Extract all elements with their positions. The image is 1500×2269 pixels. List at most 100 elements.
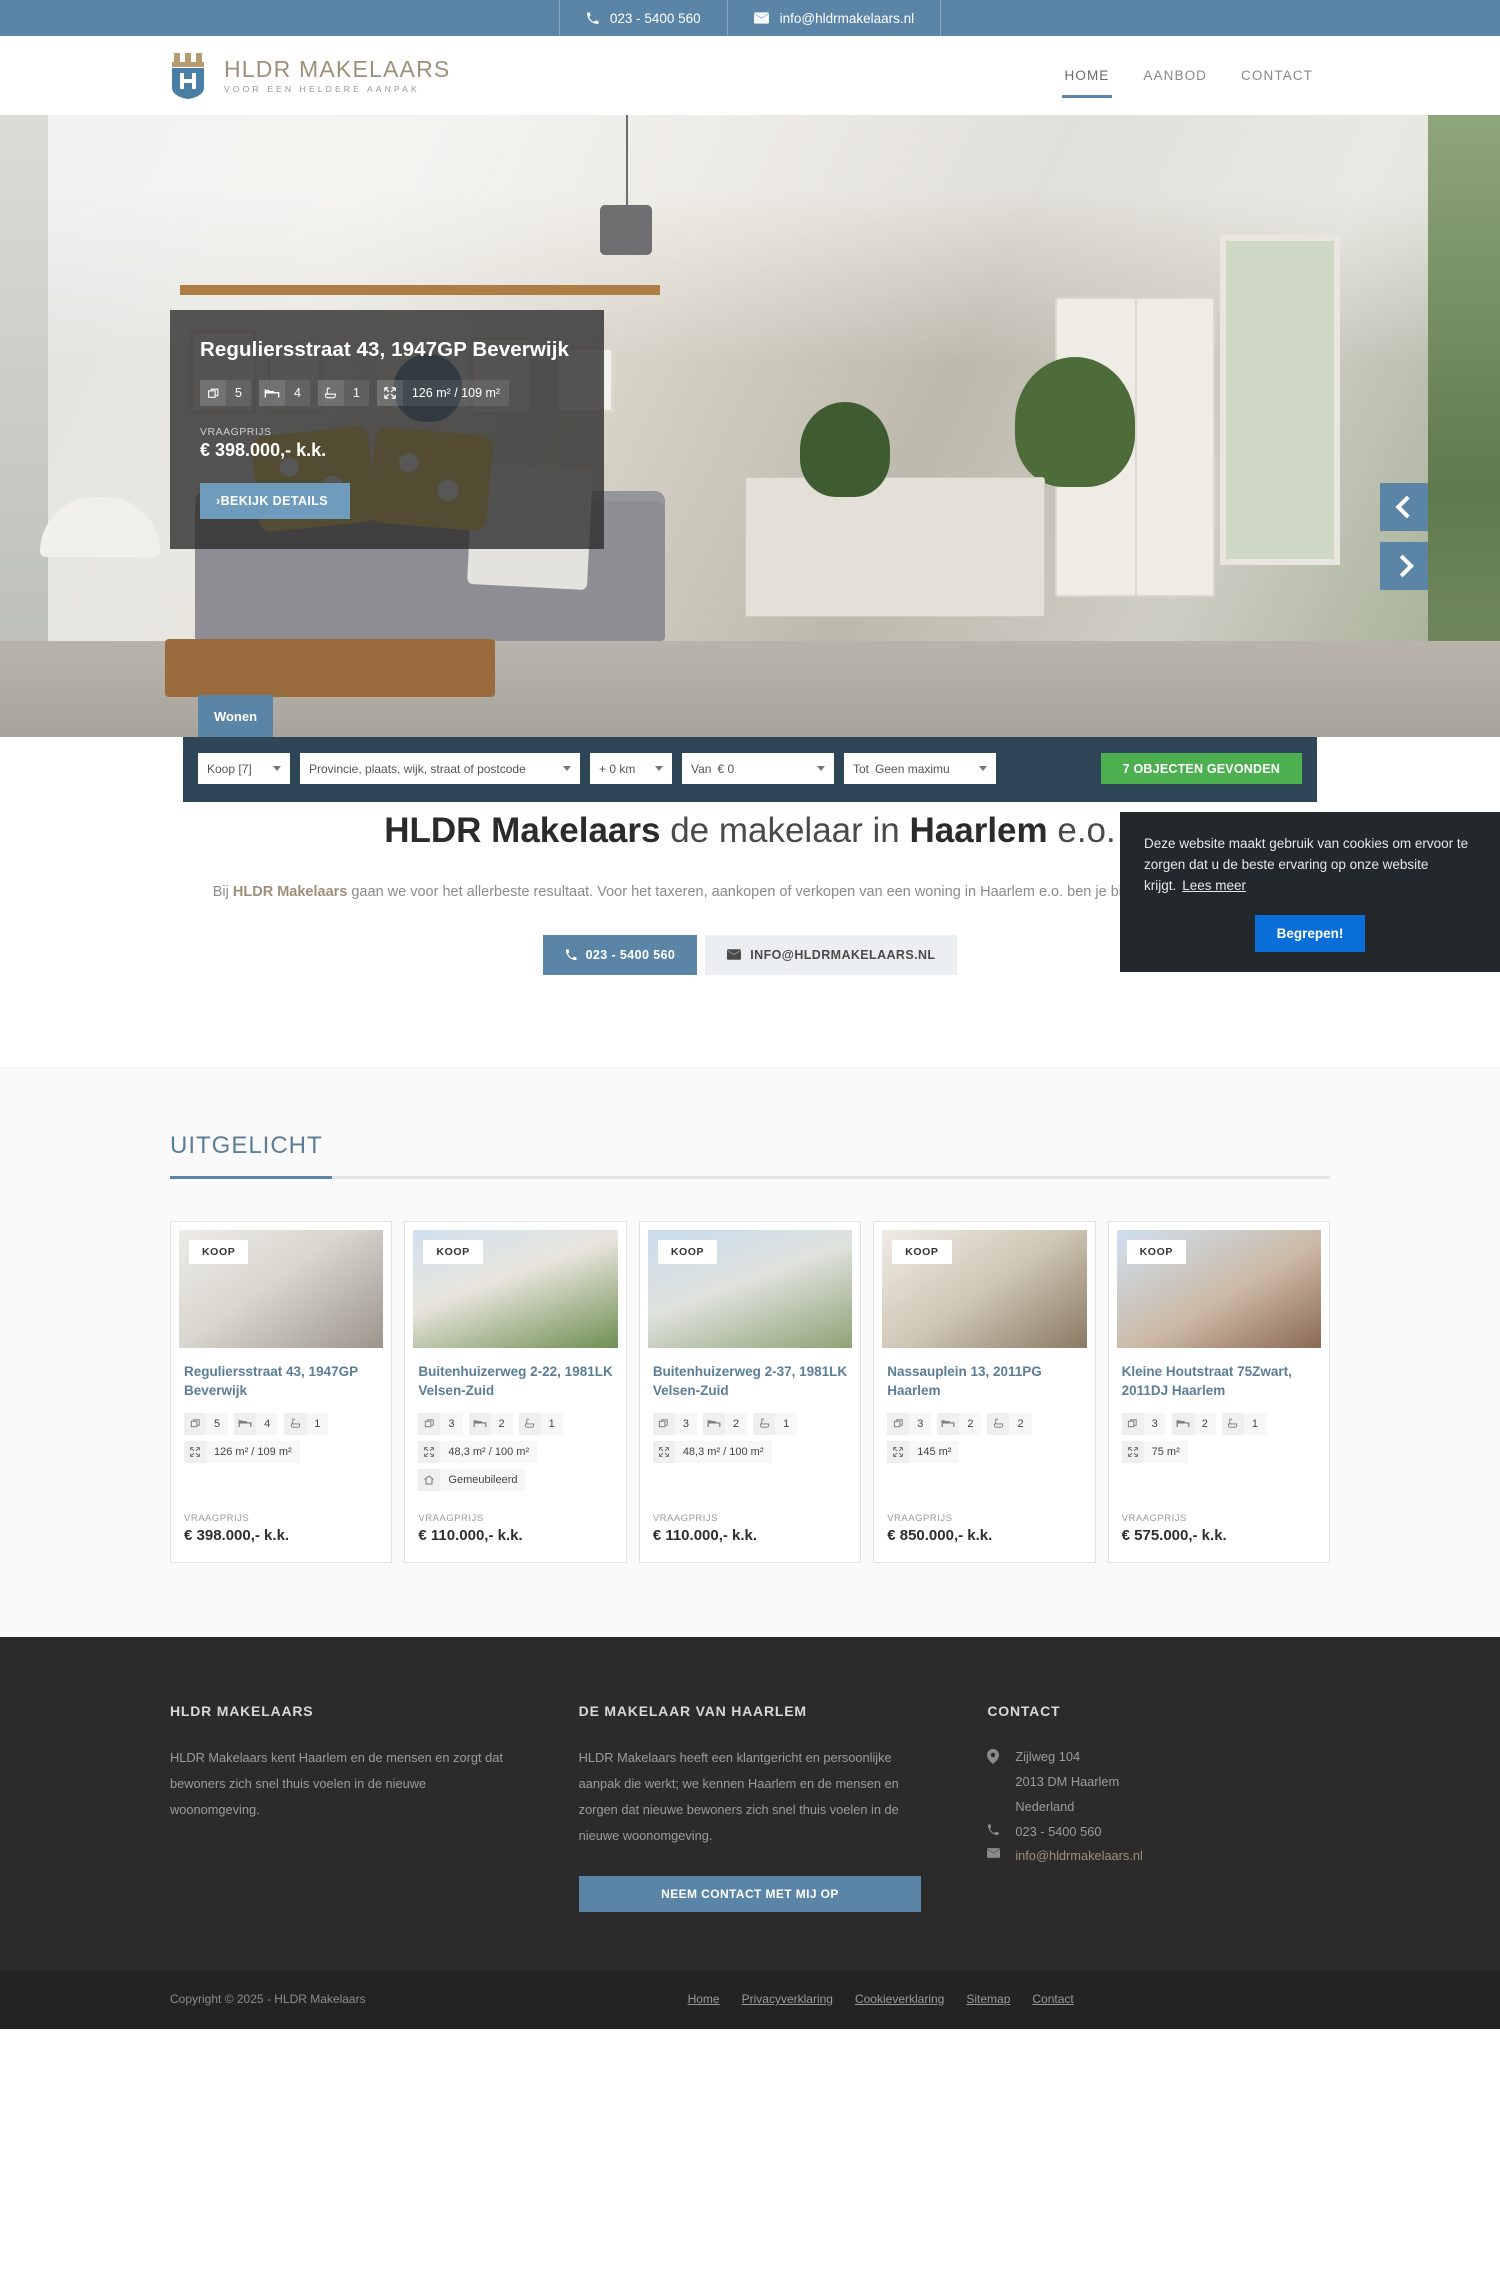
cookie-accept-button[interactable]: Begrepen! <box>1254 914 1366 952</box>
site-header: HLDR MAKELAARS VOOR EEN HELDERE AANPAK H… <box>0 36 1500 115</box>
spec-bedrooms: 2 <box>937 1412 982 1435</box>
property-card-body: Buitenhuizerweg 2-37, 1981LK Velsen-Zuid… <box>640 1348 860 1562</box>
spec-bedrooms-value: 2 <box>1193 1412 1216 1435</box>
footer-column-about: HLDR MAKELAARS HLDR Makelaars kent Haarl… <box>170 1703 513 1912</box>
address-line-2: 2013 DM Haarlem <box>1015 1773 1120 1789</box>
spec-bedrooms-value: 4 <box>256 1412 279 1435</box>
search-tab-wonen[interactable]: Wonen <box>198 695 273 737</box>
property-card[interactable]: KOOP Reguliersstraat 43, 1947GP Beverwij… <box>170 1220 393 1563</box>
search-radius-select[interactable]: + 0 km <box>590 753 672 784</box>
spec-furnished-value: Gemeubileerd <box>440 1468 526 1491</box>
search-type-select[interactable]: Koop [7] <box>198 753 290 784</box>
price-label: VRAAGPRIJS <box>184 1512 250 1524</box>
phone-icon <box>565 948 577 961</box>
footer-link-privacy[interactable]: Privacyverklaring <box>742 1992 833 2006</box>
spec-bathrooms: 1 <box>518 1412 563 1435</box>
cookie-learn-more-link[interactable]: Lees meer <box>1182 878 1246 893</box>
status-badge: KOOP <box>189 1239 249 1264</box>
property-specs: 3 2 1 48,3 m² / 100 m² <box>652 1412 847 1463</box>
hero-property-card[interactable]: Reguliersstraat 43, 1947GP Beverwijk 5 4… <box>170 310 604 549</box>
main-nav: HOME AANBOD CONTACT <box>1048 36 1330 115</box>
bekijk-details-button[interactable]: ›BEKIJK DETAILS <box>200 483 351 519</box>
hero-prev-button[interactable] <box>1380 483 1428 531</box>
status-badge: KOOP <box>423 1239 483 1264</box>
spec-bedrooms: 4 <box>234 1412 279 1435</box>
footer-phone-text: 023 - 5400 560 <box>1015 1823 1102 1839</box>
intro-phone-button[interactable]: 023 - 5400 560 <box>542 934 698 975</box>
status-badge: KOOP <box>1126 1239 1186 1264</box>
bed-icon <box>258 380 285 406</box>
property-card[interactable]: KOOP Nassauplein 13, 2011PG Haarlem 3 2 … <box>873 1220 1096 1563</box>
property-card-body: Nassauplein 13, 2011PG Haarlem 3 2 2 145… <box>874 1348 1094 1562</box>
price-label: VRAAGPRIJS <box>887 1512 953 1524</box>
crest-icon <box>172 52 204 99</box>
nav-item-home[interactable]: HOME <box>1048 36 1127 115</box>
price-to-prefix: Tot <box>853 761 870 776</box>
price-value: € 850.000,- k.k. <box>887 1526 993 1544</box>
search-location-input[interactable]: Provincie, plaats, wijk, straat of postc… <box>300 753 580 784</box>
footer-column-contact: CONTACT Zijlweg 104 2013 DM Haarlem Nede… <box>987 1703 1330 1912</box>
search-submit-button[interactable]: 7 OBJECTEN GEVONDEN <box>1100 753 1302 784</box>
featured-heading: UITGELICHT <box>170 1131 323 1159</box>
property-image: KOOP <box>413 1229 618 1348</box>
property-card[interactable]: KOOP Buitenhuizerweg 2-37, 1981LK Velsen… <box>638 1220 862 1563</box>
search-price-from-select[interactable]: Van € 0 <box>682 753 834 784</box>
spec-area-value: 145 m² <box>909 1440 960 1463</box>
spec-area-value: 126 m² / 109 m² <box>411 386 501 400</box>
chevron-down-icon <box>655 766 663 771</box>
bed-icon <box>702 1412 725 1435</box>
rooms-icon <box>1121 1412 1144 1435</box>
property-price-block: VRAAGPRIJS € 110.000,- k.k. <box>418 1495 612 1544</box>
property-card[interactable]: KOOP Buitenhuizerweg 2-22, 1981LK Velsen… <box>404 1220 627 1563</box>
bed-icon <box>468 1412 491 1435</box>
intro-title-brand: HLDR Makelaars <box>384 811 661 850</box>
logo[interactable]: HLDR MAKELAARS VOOR EEN HELDERE AANPAK <box>170 52 450 99</box>
footer-link-sitemap[interactable]: Sitemap <box>966 1992 1010 2006</box>
footer-about-title: HLDR MAKELAARS <box>170 1702 314 1719</box>
spec-rooms: 3 <box>418 1412 463 1435</box>
property-card[interactable]: KOOP Kleine Houtstraat 75Zwart, 2011DJ H… <box>1107 1220 1331 1563</box>
property-price-block: VRAAGPRIJS € 110.000,- k.k. <box>653 1495 847 1544</box>
price-value: € 398.000,- k.k. <box>184 1526 290 1544</box>
spec-rooms: 3 <box>652 1412 697 1435</box>
hero-property-title: Reguliersstraat 43, 1947GP Beverwijk <box>200 338 570 361</box>
spec-area-value: 75 m² <box>1143 1440 1188 1463</box>
property-image: KOOP <box>179 1229 384 1348</box>
footer-contact-button[interactable]: NEEM CONTACT MET MIJ OP <box>578 1875 922 1912</box>
topbar-phone[interactable]: 023 - 5400 560 <box>558 0 727 36</box>
spec-bedrooms-value: 2 <box>724 1412 748 1435</box>
spec-area: 48,3 m² / 100 m² <box>652 1440 772 1463</box>
footer-link-home[interactable]: Home <box>688 1992 720 2006</box>
price-from-value: € 0 <box>717 761 735 776</box>
spec-area: 48,3 m² / 100 m² <box>418 1440 538 1463</box>
footer-phone[interactable]: 023 - 5400 560 <box>987 1820 1330 1845</box>
intro-phone-label: 023 - 5400 560 <box>585 947 676 962</box>
nav-item-contact[interactable]: CONTACT <box>1224 36 1330 115</box>
area-icon <box>376 380 403 406</box>
hero-next-button[interactable] <box>1380 542 1428 590</box>
envelope-icon <box>753 12 769 24</box>
status-badge: KOOP <box>892 1239 952 1264</box>
site-footer: HLDR MAKELAARS HLDR Makelaars kent Haarl… <box>0 1636 1500 1970</box>
hero-property-specs: 5 4 1 126 m² / 109 m² <box>200 380 574 406</box>
footer-link-contact[interactable]: Contact <box>1032 1992 1073 2006</box>
topbar-email[interactable]: info@hldrmakelaars.nl <box>726 0 942 36</box>
property-specs: 3 2 1 48,3 m² / 100 m² Gemeubileerd <box>418 1412 612 1491</box>
phone-icon <box>987 1820 1001 1845</box>
search-location-value: Provincie, plaats, wijk, straat of postc… <box>309 761 526 776</box>
status-badge: KOOP <box>657 1239 718 1264</box>
spec-area: 126 m² / 109 m² <box>184 1440 300 1463</box>
nav-item-aanbod[interactable]: AANBOD <box>1126 36 1224 115</box>
spec-bathrooms-value: 1 <box>306 1412 329 1435</box>
footer-email[interactable]: info@hldrmakelaars.nl <box>987 1844 1330 1869</box>
footer-makelaar-title: DE MAKELAAR VAN HAARLEM <box>578 1702 807 1719</box>
top-contact-bar: 023 - 5400 560 info@hldrmakelaars.nl <box>0 0 1500 36</box>
spec-bathrooms: 1 <box>284 1412 329 1435</box>
intro-email-button[interactable]: INFO@HLDRMAKELAARS.NL <box>705 934 958 975</box>
search-price-to-select[interactable]: Tot Geen maximu <box>844 753 996 784</box>
intro-title-city: Haarlem <box>909 811 1048 850</box>
rooms-icon <box>887 1412 910 1435</box>
property-title: Buitenhuizerweg 2-37, 1981LK Velsen-Zuid <box>652 1363 848 1399</box>
footer-link-cookies[interactable]: Cookieverklaring <box>855 1992 944 2006</box>
bath-icon <box>317 380 344 406</box>
